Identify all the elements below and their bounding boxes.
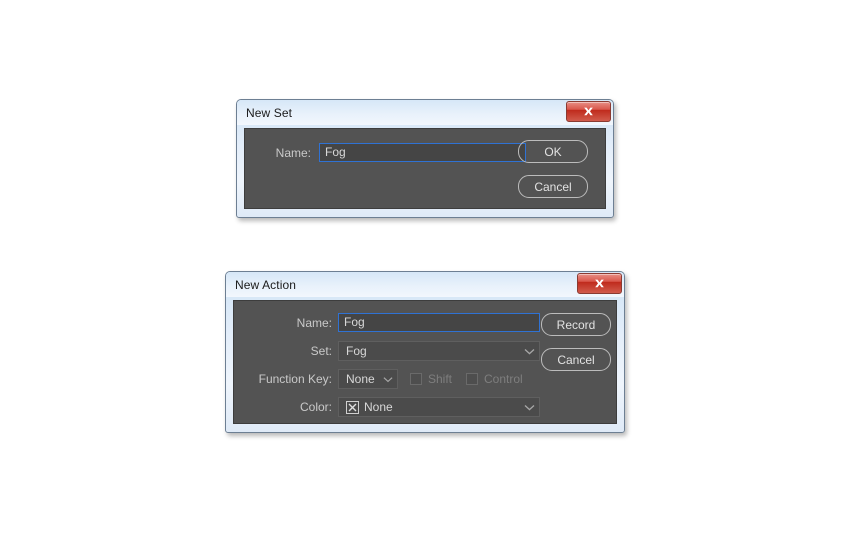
set-dropdown[interactable]: Fog (338, 341, 540, 361)
color-row: Color: None (234, 397, 554, 417)
color-dropdown[interactable]: None (338, 397, 540, 417)
chevron-down-icon (383, 376, 393, 383)
new-action-panel: Name: Set: Fog Function Key: None (233, 300, 617, 424)
new-action-cancel-button[interactable]: Cancel (541, 348, 611, 371)
new-set-titlebar[interactable]: New Set (237, 100, 613, 125)
function-key-dropdown[interactable]: None (338, 369, 398, 389)
no-color-x-icon (346, 400, 359, 414)
new-set-panel: Name: OK Cancel (244, 128, 606, 209)
control-label: Control (484, 372, 523, 386)
color-dropdown-value: None (364, 400, 393, 414)
new-action-dialog: New Action Name: Set: Fog (225, 271, 625, 433)
chevron-down-icon (524, 348, 535, 355)
new-action-name-label: Name: (296, 315, 332, 330)
function-key-dropdown-value: None (346, 372, 375, 386)
set-row: Set: Fog (234, 341, 554, 361)
control-checkbox[interactable] (466, 373, 479, 385)
function-key-label: Function Key: (258, 372, 332, 386)
control-checkbox-group[interactable]: Control (466, 372, 523, 386)
new-action-title: New Action (235, 277, 297, 292)
new-set-name-input[interactable] (319, 143, 526, 162)
new-set-title: New Set (246, 105, 293, 120)
close-icon[interactable] (566, 101, 611, 122)
new-set-dialog: New Set Name: OK Cancel (236, 99, 614, 218)
color-label: Color: (299, 400, 332, 414)
new-set-name-row: Name: (245, 143, 535, 162)
ok-button-label: OK (544, 144, 562, 159)
shift-checkbox[interactable] (410, 373, 422, 385)
new-set-cancel-button[interactable]: Cancel (518, 175, 588, 198)
shift-label: Shift (428, 372, 453, 386)
record-button[interactable]: Record (541, 313, 611, 336)
new-action-name-row: Name: (234, 313, 554, 332)
new-action-name-input[interactable] (338, 313, 540, 332)
set-label: Set: (310, 344, 332, 358)
new-action-cancel-label: Cancel (557, 352, 595, 367)
record-button-label: Record (556, 317, 596, 332)
ok-button[interactable]: OK (518, 140, 588, 163)
chevron-down-icon (524, 404, 535, 411)
new-set-cancel-label: Cancel (534, 179, 572, 194)
set-dropdown-value: Fog (346, 344, 367, 358)
new-action-titlebar[interactable]: New Action (226, 272, 624, 297)
function-key-row: Function Key: None Shift Control (234, 369, 554, 389)
new-set-name-label: Name: (275, 145, 311, 160)
close-icon[interactable] (577, 273, 622, 294)
shift-checkbox-group[interactable]: Shift (410, 372, 452, 386)
